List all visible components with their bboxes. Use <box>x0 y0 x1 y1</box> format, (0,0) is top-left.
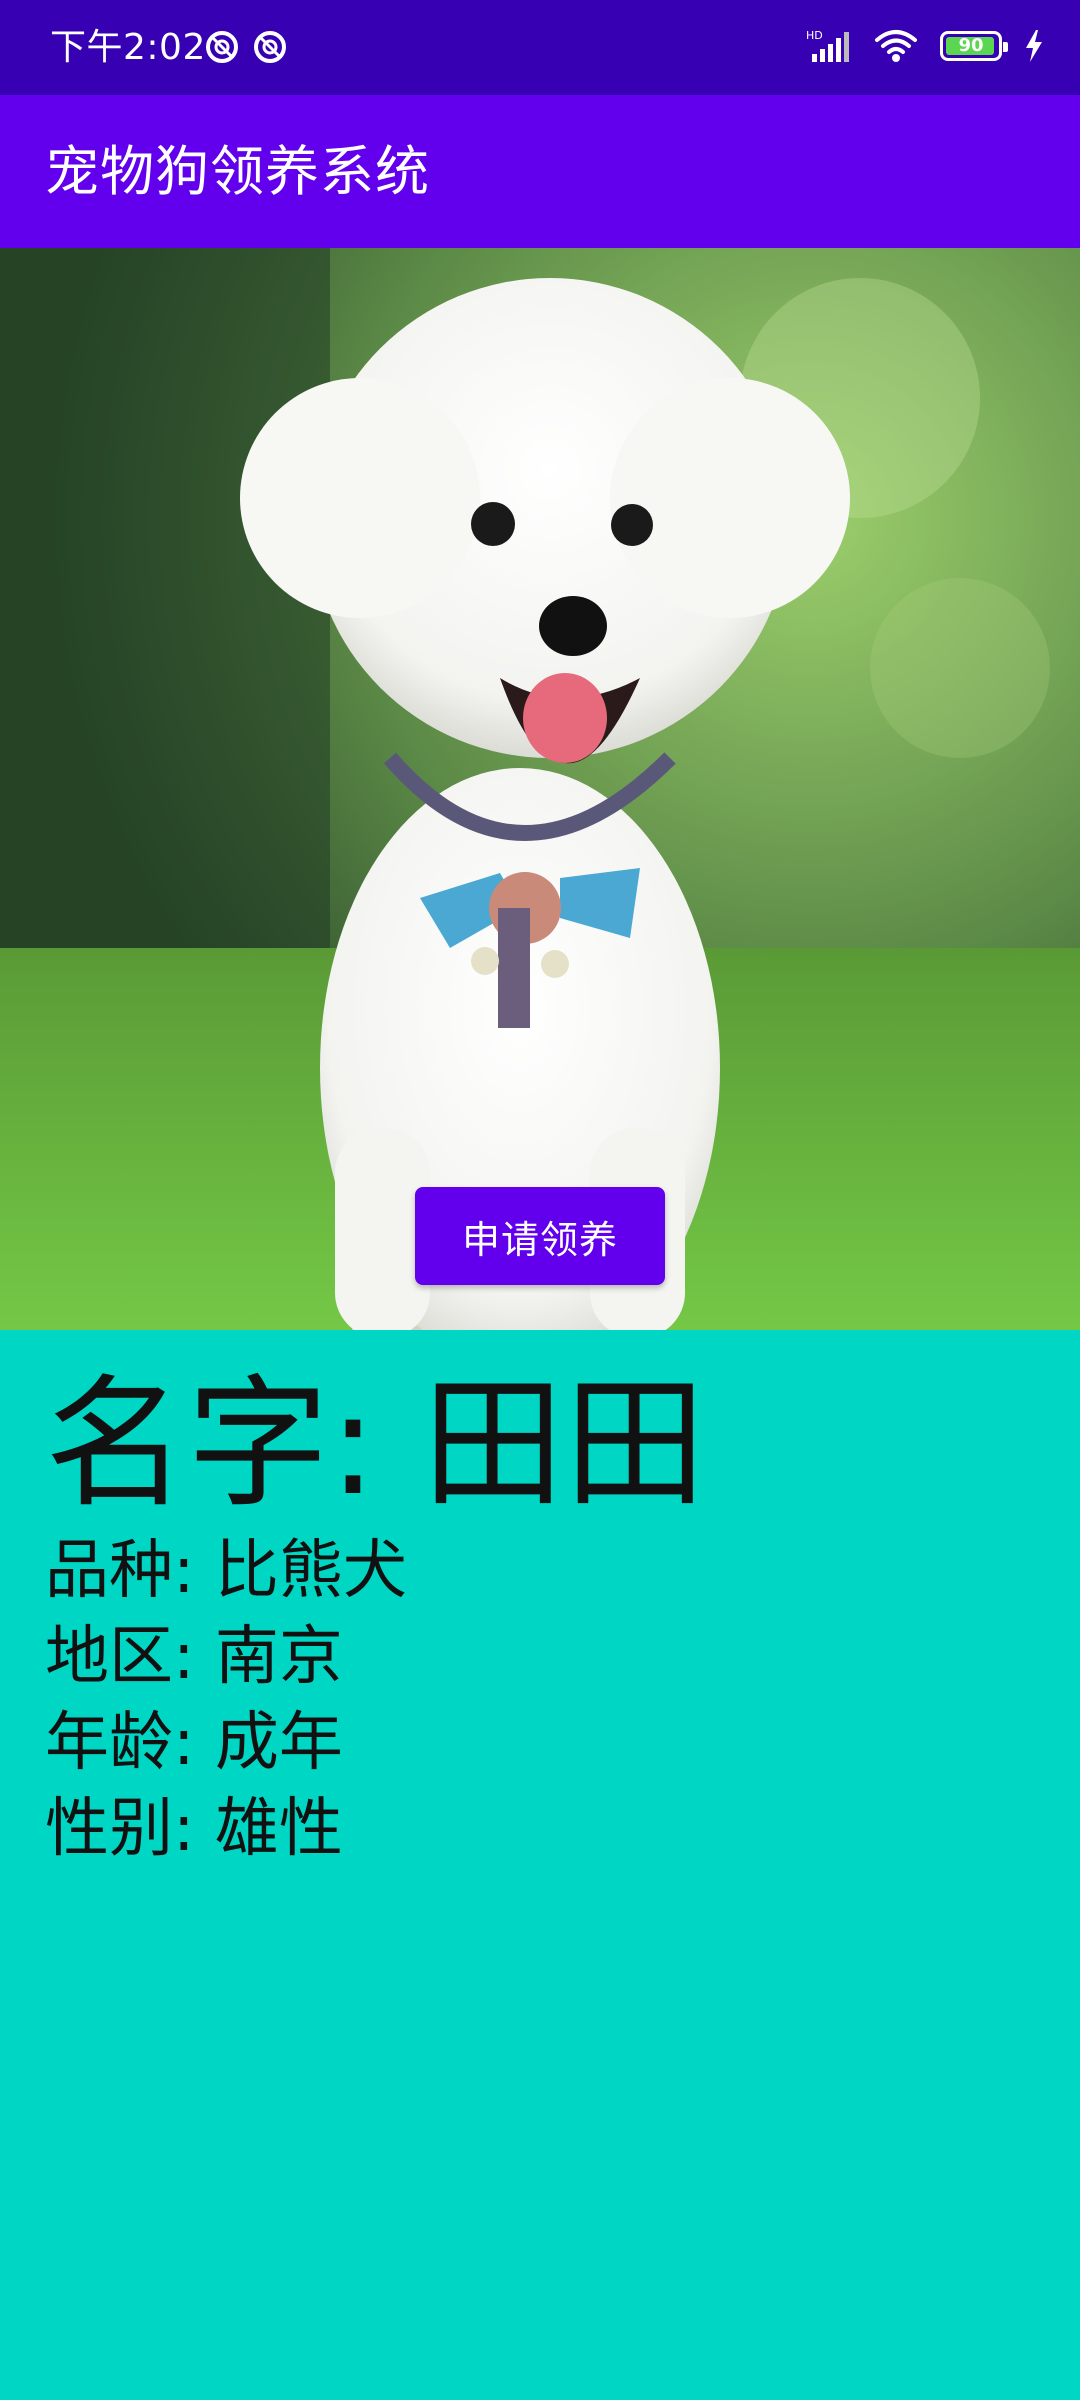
notification-icon <box>206 31 238 63</box>
hd-signal-icon: HD <box>806 29 849 62</box>
dog-photo-image <box>0 248 1080 1330</box>
status-bar: 下午2:02 HD 90 <box>0 0 1080 95</box>
apply-adoption-button[interactable]: 申请领养 <box>415 1187 665 1285</box>
pet-age: 年龄: 成年 <box>45 1706 343 1780</box>
status-time: 下午2:02 <box>50 27 206 68</box>
notification-icon <box>254 31 286 63</box>
status-notification-icons <box>205 30 287 64</box>
app-bar: 宠物狗领养系统 <box>0 95 1080 248</box>
pet-breed: 品种: 比熊犬 <box>45 1534 407 1608</box>
app-title: 宠物狗领养系统 <box>45 140 430 203</box>
battery-tip <box>1003 42 1008 52</box>
wifi-icon <box>875 30 917 62</box>
dog-photo <box>0 248 1080 1330</box>
battery-icon: 90 <box>940 31 1008 61</box>
battery-level: 90 <box>958 35 984 56</box>
status-system-icons: HD 90 <box>806 28 1044 64</box>
svg-text:HD: HD <box>806 29 823 42</box>
pet-name: 名字: 田田 <box>45 1362 706 1527</box>
pet-gender: 性别: 雄性 <box>45 1792 343 1866</box>
pet-region: 地区: 南京 <box>45 1620 343 1694</box>
charging-icon <box>1026 30 1042 62</box>
pet-info: 名字: 田田 品种: 比熊犬 地区: 南京 年龄: 成年 性别: 雄性 <box>45 1370 706 1872</box>
